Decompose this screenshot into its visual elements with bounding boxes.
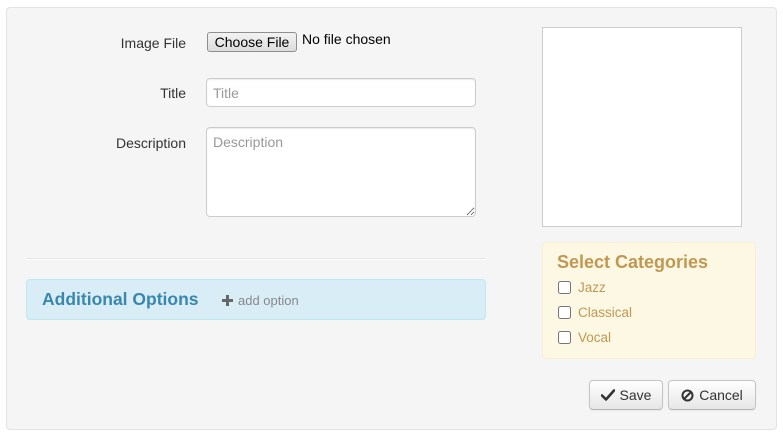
additional-options-title: Additional Options: [42, 289, 199, 309]
save-label: Save: [619, 387, 652, 403]
description-label: Description: [115, 135, 186, 151]
add-option-label: add option: [238, 293, 299, 308]
title-label: Title: [160, 85, 186, 101]
save-button[interactable]: Save: [589, 380, 663, 410]
plus-icon: [222, 295, 233, 306]
categories-box: Select Categories Jazz Classical Vocal: [542, 242, 756, 359]
category-jazz-checkbox[interactable]: [558, 280, 571, 294]
cancel-label: Cancel: [699, 387, 743, 403]
choose-file-button[interactable]: Choose File: [207, 32, 297, 52]
check-icon: [600, 389, 615, 401]
category-vocal[interactable]: Vocal: [558, 329, 611, 345]
category-label: Vocal: [578, 329, 612, 345]
category-classical-checkbox[interactable]: [558, 305, 571, 319]
description-textarea[interactable]: [206, 127, 476, 217]
add-option-link[interactable]: add option: [222, 293, 299, 308]
additional-options-box: Additional Options add option: [26, 279, 486, 320]
image-preview: [542, 27, 742, 227]
category-label: Jazz: [578, 279, 606, 295]
title-input[interactable]: [206, 78, 476, 107]
category-jazz[interactable]: Jazz: [558, 279, 606, 295]
image-file-label: Image File: [120, 35, 186, 51]
category-classical[interactable]: Classical: [558, 304, 632, 320]
divider: [26, 258, 486, 260]
category-label: Classical: [578, 304, 633, 320]
category-vocal-checkbox[interactable]: [558, 330, 571, 344]
categories-title: Select Categories: [557, 252, 709, 272]
file-status-text: No file chosen: [302, 31, 391, 47]
cancel-button[interactable]: Cancel: [668, 380, 756, 410]
ban-icon: [681, 389, 694, 401]
